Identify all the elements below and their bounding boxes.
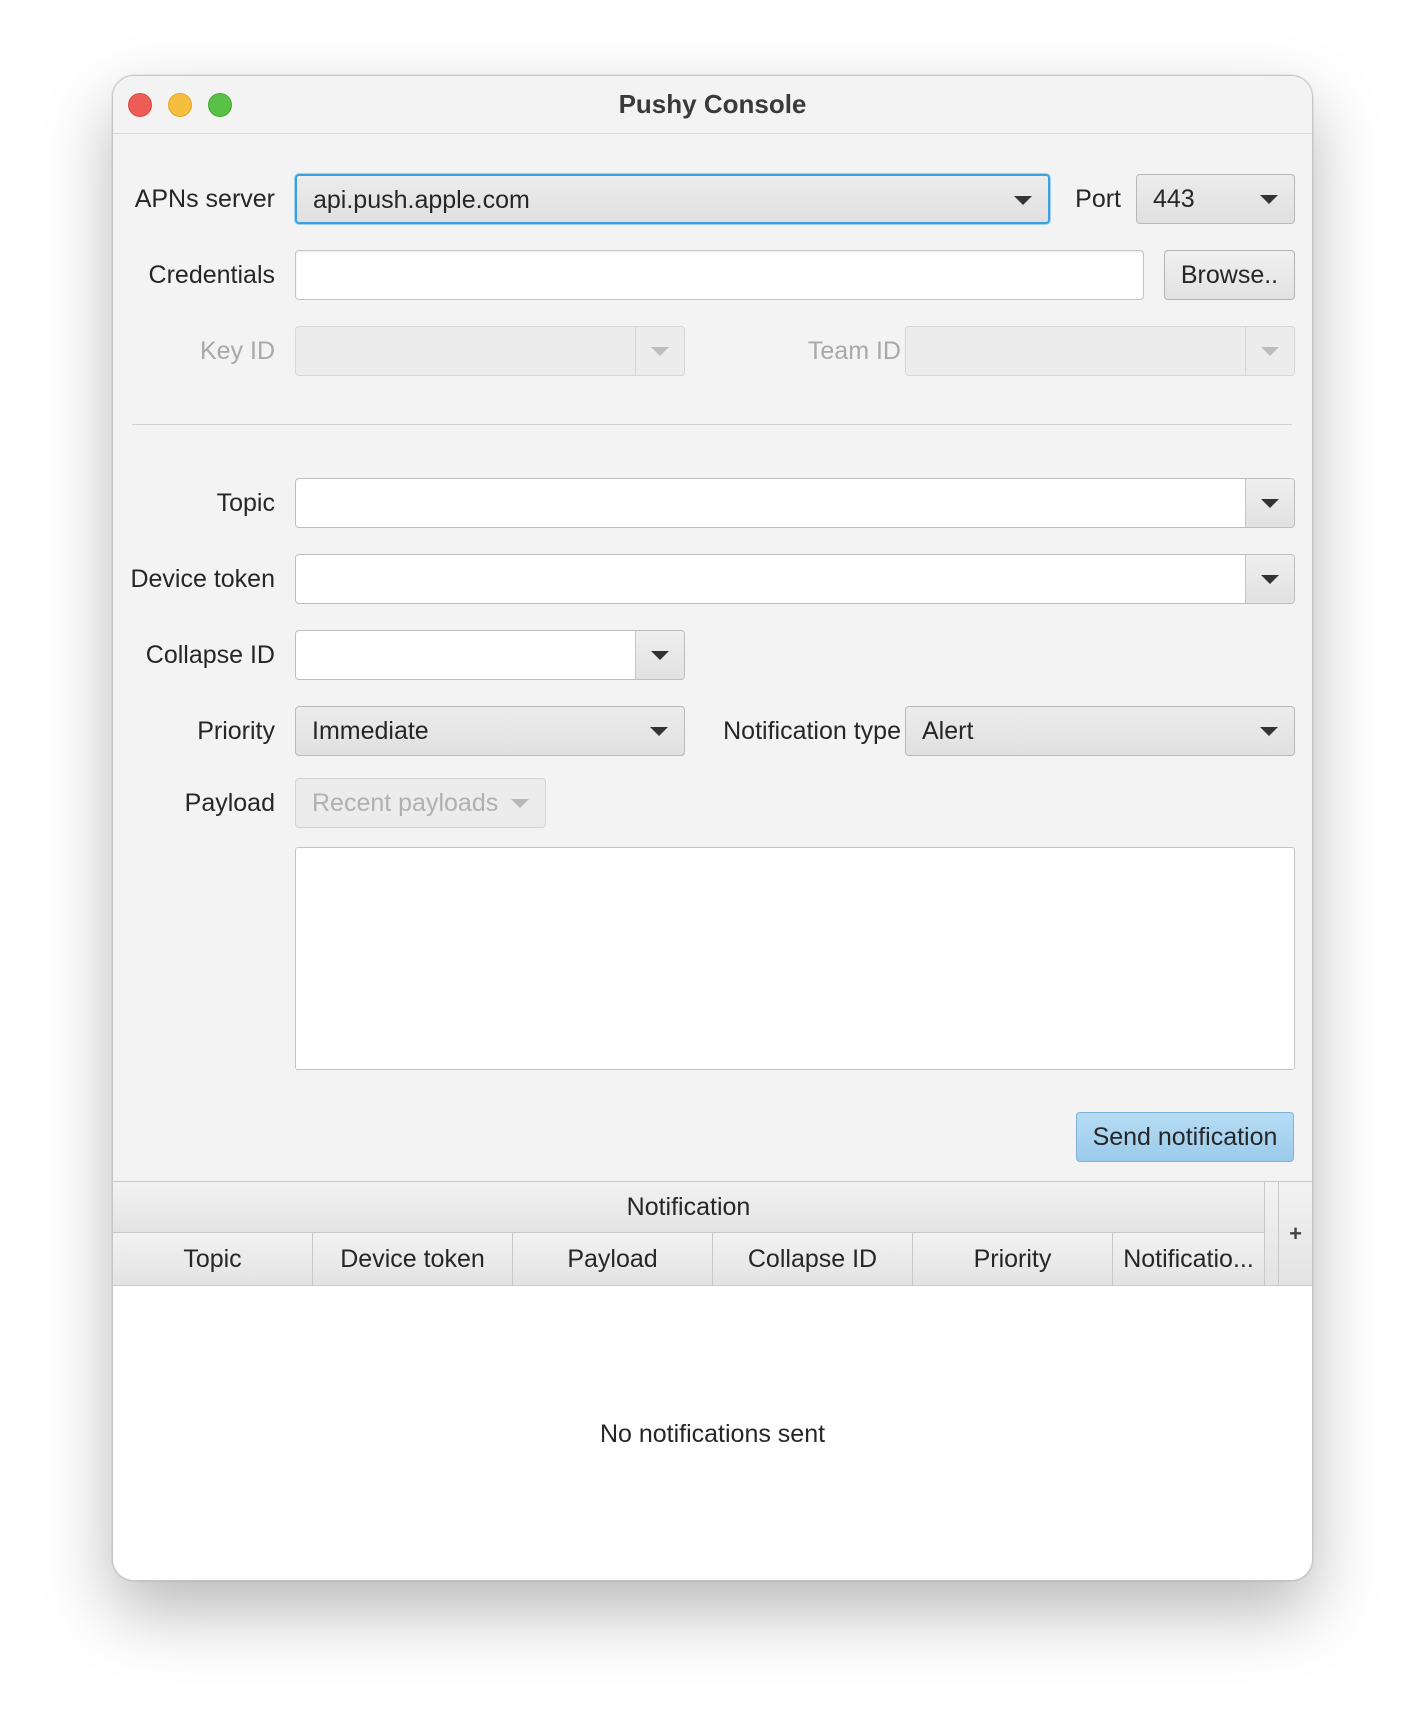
key-id-label: Key ID <box>199 337 275 365</box>
add-column-icon[interactable]: + <box>1279 1182 1312 1286</box>
notification-history-table[interactable]: Notification + Topic Device token Payloa… <box>113 1181 1312 1580</box>
title-bar[interactable]: Pushy Console <box>113 76 1312 134</box>
recent-payloads-value: Recent payloads <box>312 789 499 817</box>
topic-label: Topic <box>216 489 275 517</box>
port-select[interactable]: 443 <box>1136 174 1295 224</box>
device-token-combo[interactable] <box>295 554 1295 604</box>
chevron-down-icon <box>1014 196 1032 205</box>
priority-label: Priority <box>197 717 275 745</box>
chevron-down-icon <box>650 727 668 736</box>
notification-type-select[interactable]: Alert <box>905 706 1295 756</box>
column-header-priority[interactable]: Priority <box>913 1233 1113 1286</box>
collapse-id-label: Collapse ID <box>145 641 275 669</box>
chevron-down-icon <box>1261 575 1279 584</box>
collapse-id-dropdown-button[interactable] <box>635 631 684 679</box>
team-id-dropdown-button[interactable] <box>1245 327 1294 375</box>
column-header-payload[interactable]: Payload <box>513 1233 713 1286</box>
browse-button[interactable]: Browse.. <box>1164 250 1295 300</box>
header-filler <box>1265 1182 1279 1286</box>
topic-combo[interactable] <box>295 478 1295 528</box>
priority-value: Immediate <box>312 717 429 745</box>
column-header-topic[interactable]: Topic <box>113 1233 313 1286</box>
send-notification-button[interactable]: Send notification <box>1076 1112 1294 1162</box>
team-id-combo[interactable] <box>905 326 1295 376</box>
column-header-collapse-id[interactable]: Collapse ID <box>713 1233 913 1286</box>
port-value: 443 <box>1153 185 1195 213</box>
port-label: Port <box>1075 185 1121 213</box>
apns-server-value: api.push.apple.com <box>313 186 530 214</box>
team-id-label: Team ID <box>807 337 901 365</box>
chevron-down-icon <box>511 799 529 808</box>
chevron-down-icon <box>651 347 669 356</box>
payload-label: Payload <box>184 789 275 817</box>
notification-group-header[interactable]: Notification <box>113 1182 1265 1233</box>
chevron-down-icon <box>1260 195 1278 204</box>
pushy-console-window: Pushy Console APNs server api.push.apple… <box>112 75 1313 1581</box>
chevron-down-icon <box>1261 347 1279 356</box>
credentials-label: Credentials <box>148 261 275 289</box>
window-title: Pushy Console <box>618 89 807 119</box>
priority-select[interactable]: Immediate <box>295 706 685 756</box>
key-id-dropdown-button[interactable] <box>635 327 684 375</box>
device-token-dropdown-button[interactable] <box>1245 555 1294 603</box>
credentials-field[interactable] <box>295 250 1144 300</box>
column-header-device-token[interactable]: Device token <box>313 1233 513 1286</box>
chevron-down-icon <box>651 651 669 660</box>
key-id-combo[interactable] <box>295 326 685 376</box>
notification-type-value: Alert <box>922 717 974 745</box>
column-header-notification-type[interactable]: Notificatio... <box>1113 1233 1265 1286</box>
empty-table-placeholder: No notifications sent <box>599 1420 826 1448</box>
chevron-down-icon <box>1260 727 1278 736</box>
section-divider <box>132 424 1292 425</box>
notification-type-label: Notification type <box>723 717 901 745</box>
apns-server-select[interactable]: api.push.apple.com <box>295 174 1050 224</box>
device-token-label: Device token <box>130 565 275 593</box>
apns-server-label: APNs server <box>134 185 275 213</box>
topic-dropdown-button[interactable] <box>1245 479 1294 527</box>
collapse-id-combo[interactable] <box>295 630 685 680</box>
chevron-down-icon <box>1261 499 1279 508</box>
payload-textarea[interactable] <box>295 847 1295 1070</box>
recent-payloads-select[interactable]: Recent payloads <box>295 778 546 828</box>
